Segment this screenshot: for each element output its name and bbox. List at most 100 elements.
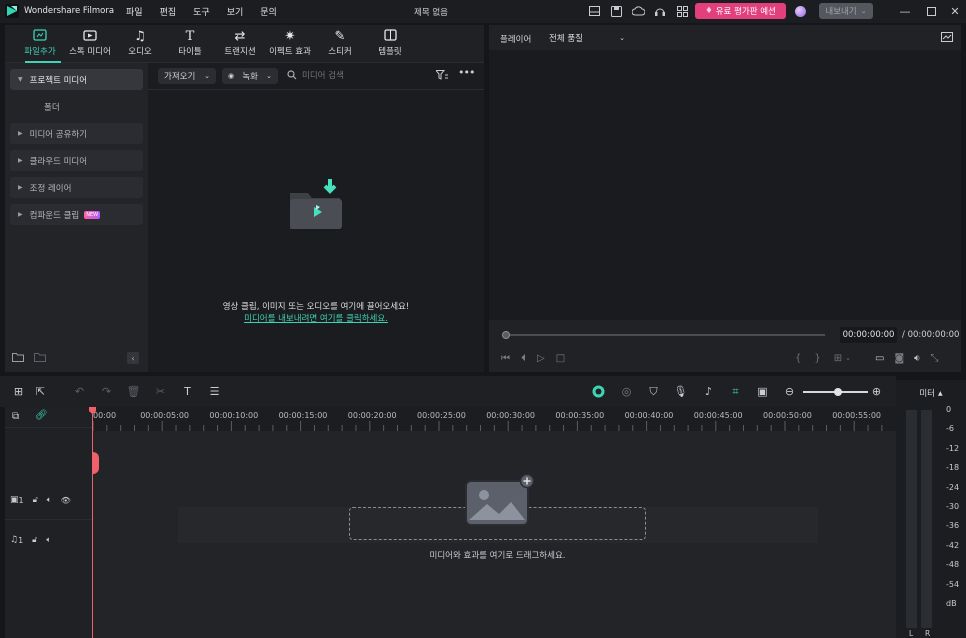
fullscreen-icon[interactable]: ⤡ [930, 353, 938, 364]
select-tool-icon[interactable]: ⇱ [34, 385, 47, 398]
lock-icon[interactable]: 🔓︎ [32, 535, 37, 545]
add-track-icon[interactable]: ⧉ [12, 411, 19, 422]
lock-icon[interactable]: 🔓︎ [33, 495, 38, 505]
volume-icon[interactable]: 🔉︎ [914, 353, 920, 364]
record-dropdown[interactable]: ◉ 녹화 ⌄ [222, 68, 278, 84]
cloud-icon[interactable] [631, 4, 645, 18]
import-dropdown[interactable]: 가져오기 ⌄ [158, 68, 216, 84]
caret-right-icon: ▶ [18, 157, 23, 164]
sidebar-item-folder[interactable]: 폴더 [44, 101, 60, 113]
speaker-icon[interactable]: 🔈︎ [46, 535, 51, 545]
layout-icon[interactable] [587, 4, 601, 18]
mark-in-icon[interactable]: { [795, 353, 801, 364]
split-view-icon[interactable]: ⊞ [834, 353, 842, 364]
stop-icon[interactable]: □ [556, 353, 565, 364]
playhead[interactable] [92, 407, 93, 638]
eye-icon[interactable]: 👁︎ [61, 496, 71, 505]
snapshot-chart-icon[interactable] [941, 32, 953, 45]
maximize-icon[interactable] [924, 4, 938, 18]
time-ruler[interactable]: 00:00 00:00:05:00 00:00:10:00 00:00:15:00 00… [92, 407, 896, 431]
zoom-out-icon[interactable]: ⊖ [783, 385, 796, 398]
grid-icon[interactable] [675, 4, 689, 18]
chevron-down-icon[interactable]: ⌄ [845, 354, 851, 362]
playhead-grip[interactable] [92, 452, 99, 474]
folder-media-icon [12, 29, 68, 45]
upgrade-button[interactable]: ♦ 유료 평가판 예션 [695, 3, 786, 19]
minimize-icon[interactable]: — [898, 4, 912, 18]
divider [5, 519, 92, 520]
layout-grid-icon[interactable]: ⊞ [12, 385, 25, 398]
zoom-slider-handle[interactable] [834, 388, 842, 396]
meter-header[interactable]: 미터 ▲ [896, 380, 966, 406]
divider [148, 89, 484, 90]
timeline-area[interactable]: 미디어와 효과를 여기로 드래그하세요. [92, 407, 896, 638]
text-tool-icon[interactable]: T [181, 385, 194, 398]
avatar[interactable] [795, 6, 806, 17]
redo-icon[interactable]: ↷ [100, 385, 113, 398]
monitor-icon[interactable]: ▭ [875, 353, 884, 364]
tab-import[interactable]: 파일추가 [12, 29, 68, 57]
import-media-icon[interactable] [284, 177, 348, 238]
record-icon: ◉ [228, 72, 235, 80]
prev-frame-icon[interactable]: ⏮ [501, 353, 510, 364]
microphone-icon[interactable]: 🎙︎ [674, 385, 688, 398]
step-back-icon[interactable]: ⏴ [521, 353, 526, 364]
tab-templates[interactable]: 템플릿 [362, 29, 418, 57]
speaker-icon[interactable]: 🔈︎ [47, 495, 52, 505]
filter-icon[interactable] [434, 70, 448, 83]
shield-icon[interactable]: ⛉ [647, 385, 660, 398]
adjust-icon[interactable]: ☰ [208, 385, 221, 398]
menu-edit[interactable]: 편집 [160, 5, 177, 18]
progress-handle[interactable] [502, 331, 510, 339]
speed-icon[interactable]: ◎ [620, 385, 633, 398]
sidebar-item-compound-clip[interactable]: ▶ 컴파운드 클립 NEW [10, 204, 143, 225]
current-time-box[interactable]: 00:00:00:00 [840, 327, 897, 343]
more-icon[interactable]: ••• [458, 66, 475, 79]
sidebar-item-cloud-media[interactable]: ▶ 클라우드 미디어 [10, 150, 143, 171]
progress-track[interactable] [502, 331, 825, 339]
caption-icon[interactable]: ▣ [756, 385, 769, 398]
tab-transitions[interactable]: ⇄ 트랜지션 [212, 29, 268, 57]
cut-icon[interactable]: ✂ [154, 385, 167, 398]
tab-stock-media[interactable]: 스톡 미디어 [62, 29, 118, 57]
export-media-link[interactable]: 미디어를 내보내려면 여기를 클릭하세요. [244, 314, 388, 324]
close-icon[interactable]: ✕ [948, 4, 962, 18]
undo-icon[interactable]: ↶ [73, 385, 86, 398]
save-icon[interactable] [609, 4, 623, 18]
sidebar-item-project-media[interactable]: ▼ 프로젝트 미디어 [10, 69, 143, 90]
gem-icon: ♦ [705, 6, 713, 16]
headset-icon[interactable] [653, 4, 667, 18]
collapse-sidebar-button[interactable]: ‹ [127, 352, 139, 364]
ai-assist-icon[interactable] [592, 385, 605, 398]
mark-out-icon[interactable]: } [814, 353, 820, 364]
menu-help[interactable]: 문의 [260, 5, 277, 18]
export-button[interactable]: 내보내기 ⌄ [819, 3, 873, 19]
tab-label: 템플릿 [378, 47, 402, 57]
tab-titles[interactable]: T 타이틀 [162, 29, 218, 57]
quality-dropdown[interactable]: 전체 품질 ⌄ [549, 30, 625, 45]
menu-file[interactable]: 파일 [126, 5, 143, 18]
zoom-in-icon[interactable]: ⊕ [870, 385, 883, 398]
sidebar-item-share-media[interactable]: ▶ 미디어 공유하기 [10, 123, 143, 144]
sidebar-item-adjustment-layer[interactable]: ▶ 조정 레이어 [10, 177, 143, 198]
link-icon[interactable]: 🔗︎ [35, 410, 48, 421]
delete-icon[interactable]: 🗑︎ [127, 385, 141, 398]
tab-effects[interactable]: ✷ 이펙트 효과 [262, 29, 318, 57]
search-input[interactable] [302, 68, 422, 84]
tab-label: 트랜지션 [224, 47, 256, 57]
tab-stickers[interactable]: ✎ 스티커 [312, 29, 368, 57]
snap-icon[interactable]: ⌗ [729, 385, 742, 398]
menu-view[interactable]: 보기 [227, 5, 244, 18]
zoom-slider[interactable] [803, 388, 868, 396]
menu-bar: 파일 편집 도구 보기 문의 [126, 5, 294, 18]
audio-meter: 미터 ▲ 0 -6 -12 -18 -24 -30 -36 -42 -48 -54 dB L R [896, 380, 966, 638]
new-folder-icon[interactable] [12, 352, 24, 365]
play-icon[interactable]: ▷ [537, 353, 545, 364]
tab-audio[interactable]: ♫ 오디오 [112, 29, 168, 57]
caret-down-icon: ▼ [18, 76, 23, 83]
folder-icon[interactable] [34, 352, 46, 365]
camera-icon[interactable]: ◙ [894, 353, 904, 364]
divider [5, 427, 92, 428]
menu-tools[interactable]: 도구 [193, 5, 210, 18]
music-edit-icon[interactable]: ♪ [702, 385, 715, 398]
